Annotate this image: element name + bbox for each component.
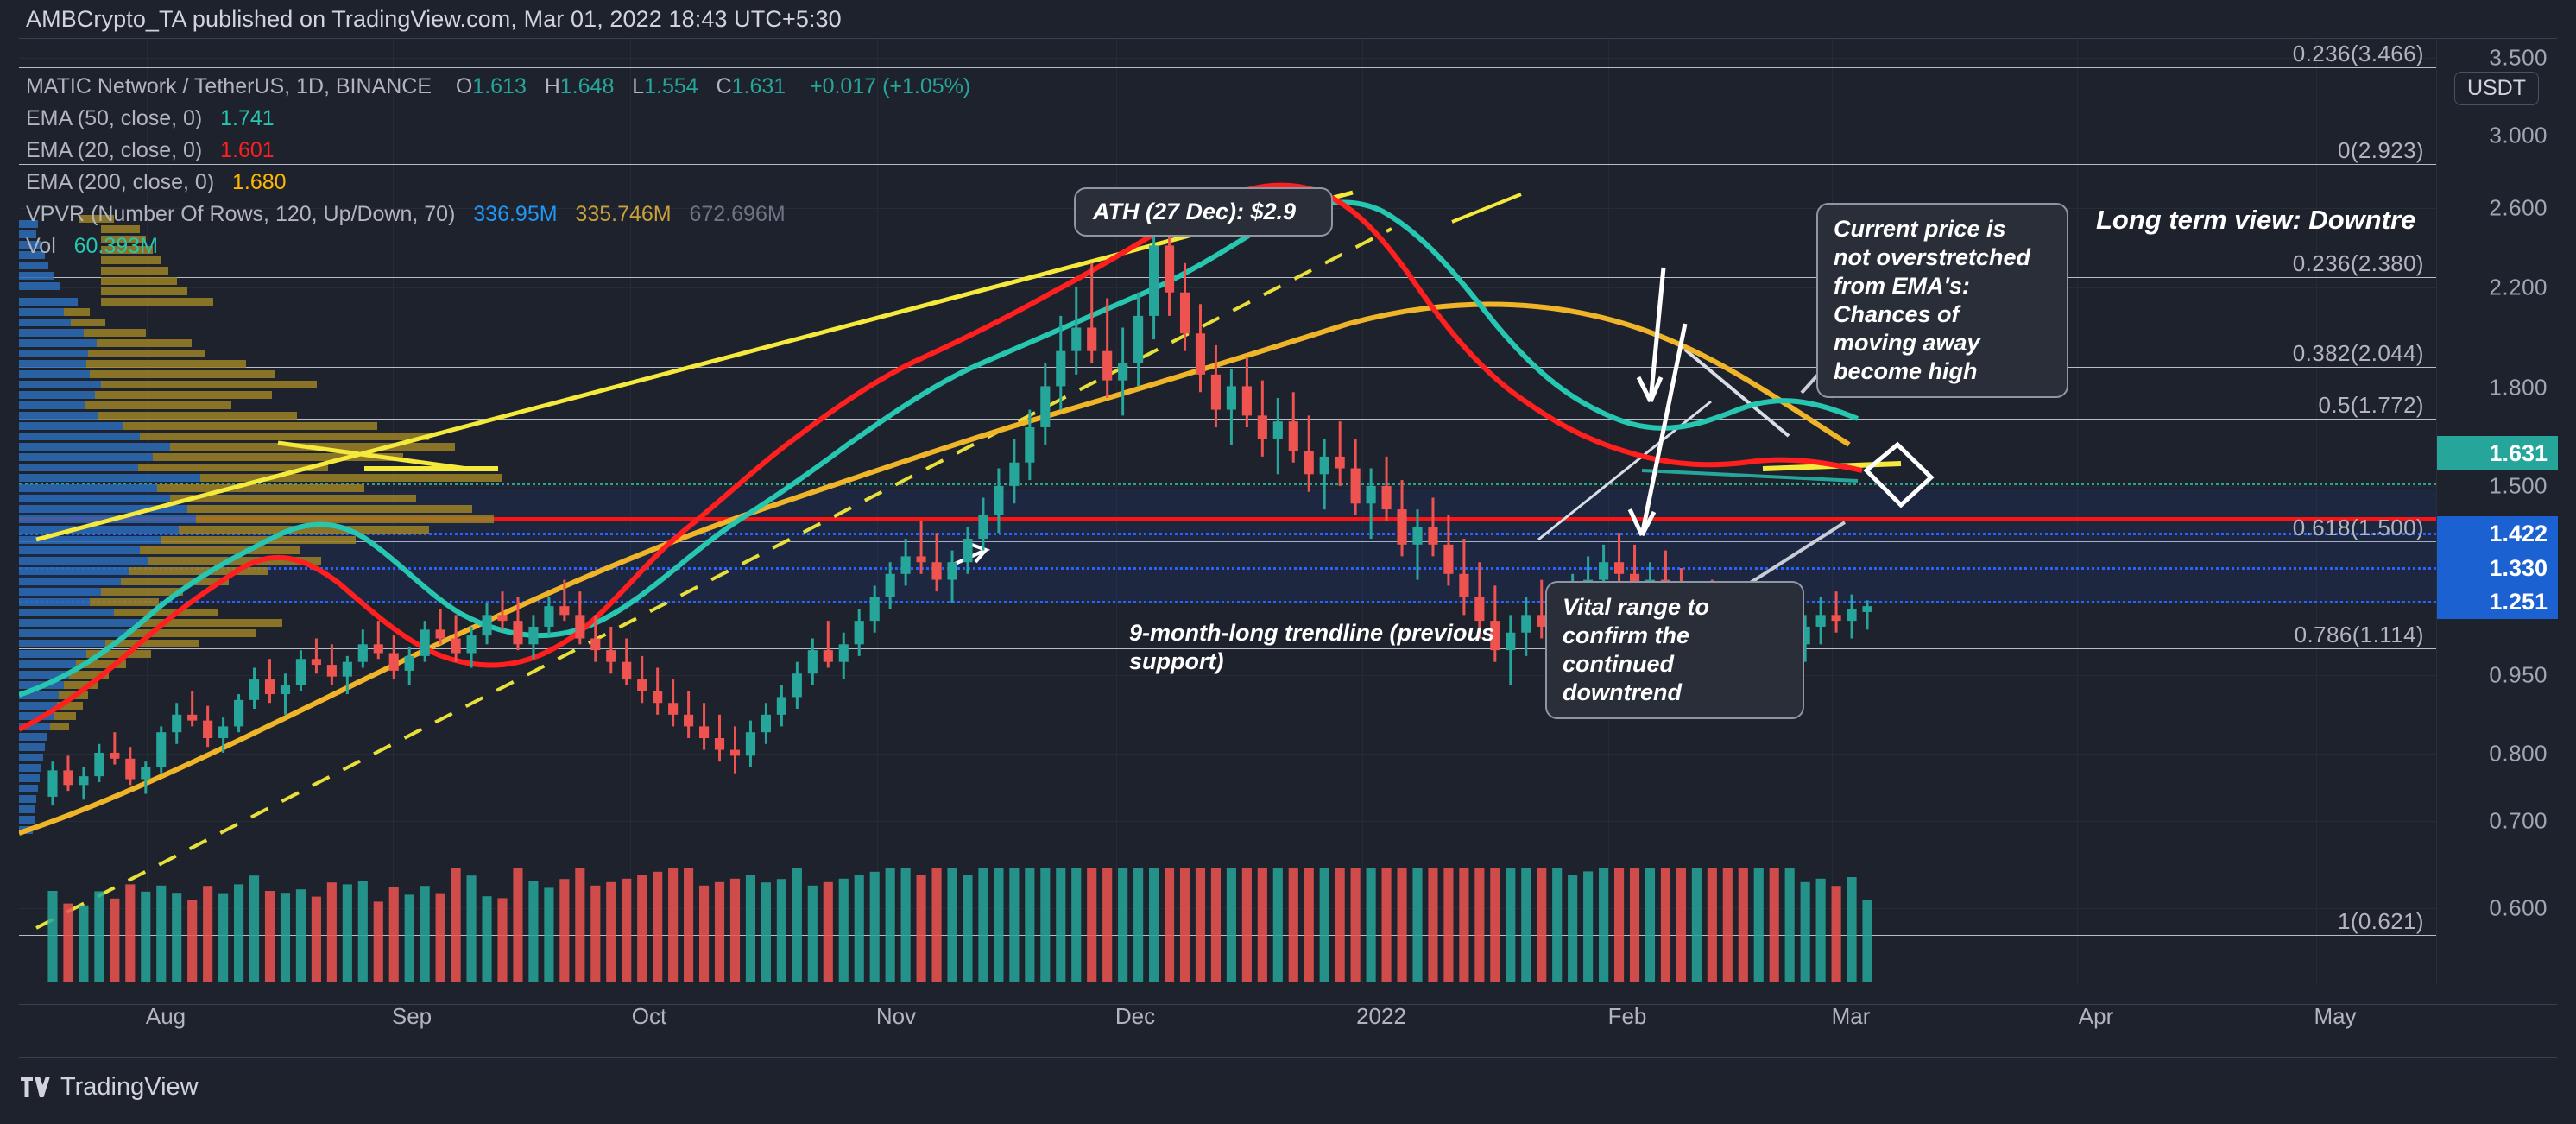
time-axis[interactable]: Aug Sep Oct Nov Dec 2022 Feb Mar Apr May bbox=[19, 984, 2557, 1058]
price-range-band bbox=[19, 489, 2436, 602]
price-tick: 0.800 bbox=[2489, 740, 2548, 767]
ohlc-change: +0.017 (+1.05%) bbox=[809, 74, 971, 98]
published-header: AMBCrypto_TA published on TradingView.co… bbox=[26, 6, 842, 32]
ohlc-c-value: 1.631 bbox=[731, 74, 786, 98]
fib-line bbox=[19, 935, 2436, 936]
ohlc-h-value: 1.648 bbox=[559, 74, 615, 98]
fib-line bbox=[19, 67, 2436, 68]
annotation-ema-note[interactable]: Current price is not overstretched from … bbox=[1816, 203, 2068, 398]
level-line-1330 bbox=[19, 567, 2436, 570]
fib-label: 0(2.923) bbox=[2337, 137, 2424, 163]
time-tick: Nov bbox=[875, 1003, 917, 1029]
price-tick: 0.700 bbox=[2489, 807, 2548, 834]
gridline-h bbox=[19, 486, 2436, 487]
chart-legend: MATIC Network / TetherUS, 1D, BINANCE O1… bbox=[26, 74, 970, 266]
ohlc-l-value: 1.554 bbox=[644, 74, 698, 98]
fib-label: 0.618(1.500) bbox=[2292, 515, 2424, 540]
volume-value: 60.393M bbox=[73, 234, 158, 258]
tradingview-logo-icon bbox=[21, 1076, 50, 1097]
teal-wedge-lower bbox=[1641, 469, 1859, 483]
volume-label: Vol bbox=[26, 234, 56, 258]
gridline-h bbox=[19, 287, 2436, 288]
level-line-1251 bbox=[19, 601, 2436, 603]
ema200-value: 1.680 bbox=[232, 170, 287, 194]
ohlc-o-label: O bbox=[455, 74, 473, 98]
level-line-1422 bbox=[19, 533, 2436, 535]
ohlc-c-label: C bbox=[716, 74, 732, 98]
ema20-label: EMA (20, close, 0) bbox=[26, 138, 203, 162]
price-tag-level-2[interactable]: 1.330 bbox=[2437, 551, 2558, 585]
ohlc-h-label: H bbox=[544, 74, 560, 98]
time-tick: Sep bbox=[391, 1003, 432, 1029]
level-line-1631 bbox=[19, 483, 2436, 485]
fib-label: 0.382(2.044) bbox=[2292, 340, 2424, 366]
time-tick: Dec bbox=[1114, 1003, 1156, 1029]
fib-label: 0.236(2.380) bbox=[2292, 250, 2424, 276]
time-tick: 2022 bbox=[1356, 1003, 1406, 1029]
legend-row-ema20[interactable]: EMA (20, close, 0) 1.601 bbox=[26, 138, 970, 162]
fib-line bbox=[19, 419, 2436, 420]
gridline-h bbox=[19, 58, 2436, 59]
price-tick: 0.950 bbox=[2489, 661, 2548, 688]
price-tick: 3.500 bbox=[2489, 44, 2548, 71]
time-tick: Oct bbox=[631, 1003, 667, 1029]
fib-label: 0.786(1.114) bbox=[2294, 622, 2424, 647]
price-tick: 1.800 bbox=[2489, 374, 2548, 401]
vpvr-label: VPVR (Number Of Rows, 120, Up/Down, 70) bbox=[26, 202, 456, 226]
time-tick: Apr bbox=[2078, 1003, 2114, 1029]
time-tick: Aug bbox=[145, 1003, 186, 1029]
price-tick: 1.500 bbox=[2489, 472, 2548, 499]
ohlc-o-value: 1.613 bbox=[472, 74, 527, 98]
ema20-value: 1.601 bbox=[220, 138, 275, 162]
time-tick: Mar bbox=[1831, 1003, 1871, 1029]
annotation-trendline: 9-month-long trendline (previous support… bbox=[1129, 620, 1494, 674]
fib-label: 1(0.621) bbox=[2337, 908, 2424, 934]
gridline-h bbox=[19, 754, 2436, 755]
price-tick: 3.000 bbox=[2489, 122, 2548, 148]
legend-row-symbol[interactable]: MATIC Network / TetherUS, 1D, BINANCE O1… bbox=[26, 74, 970, 98]
ohlc-l-label: L bbox=[632, 74, 645, 98]
tradingview-chart-screenshot: AMBCrypto_TA published on TradingView.co… bbox=[0, 0, 2576, 1124]
legend-symbol-title: MATIC Network / TetherUS, 1D, BINANCE bbox=[26, 74, 432, 98]
time-tick: May bbox=[2314, 1003, 2357, 1029]
currency-badge[interactable]: USDT bbox=[2453, 72, 2539, 105]
legend-row-vpvr[interactable]: VPVR (Number Of Rows, 120, Up/Down, 70) … bbox=[26, 202, 970, 226]
yellow-segment-left bbox=[277, 440, 469, 471]
fib-line bbox=[19, 367, 2436, 368]
legend-row-ema200[interactable]: EMA (200, close, 0) 1.680 bbox=[26, 170, 970, 194]
annotation-vital-range[interactable]: Vital range to confirm the continued dow… bbox=[1545, 581, 1804, 719]
ema50-value: 1.741 bbox=[220, 106, 275, 130]
annotation-long-term-view: Long term view: Downtre bbox=[2096, 205, 2416, 235]
ema200-label: EMA (200, close, 0) bbox=[26, 170, 215, 194]
price-tag-level-1[interactable]: 1.422 bbox=[2437, 516, 2558, 551]
fib-line bbox=[19, 277, 2436, 278]
volume-series bbox=[47, 868, 1872, 982]
vpvr-value-up: 336.95M bbox=[473, 202, 558, 226]
wedge-upper bbox=[1683, 348, 1790, 438]
vpvr-value-down: 335.746M bbox=[575, 202, 672, 226]
annotation-ath[interactable]: ATH (27 Dec): $2.9 bbox=[1074, 187, 1333, 237]
price-axis[interactable]: USDT 3.500 3.000 2.600 2.200 1.800 1.500… bbox=[2436, 39, 2558, 984]
gridline-h bbox=[19, 908, 2436, 909]
price-tick: 2.600 bbox=[2489, 194, 2548, 221]
tradingview-brand: TradingView bbox=[60, 1073, 199, 1101]
time-tick: Feb bbox=[1607, 1003, 1647, 1029]
legend-row-ema50[interactable]: EMA (50, close, 0) 1.741 bbox=[26, 106, 970, 130]
price-tag-level-3[interactable]: 1.251 bbox=[2437, 584, 2558, 619]
gridline-h bbox=[19, 821, 2436, 822]
fib-label: 0.5(1.772) bbox=[2318, 392, 2424, 418]
price-tick: 2.200 bbox=[2489, 274, 2548, 300]
vpvr-value-total: 672.696M bbox=[689, 202, 786, 226]
legend-row-volume[interactable]: Vol 60.393M bbox=[26, 234, 970, 258]
price-tag-last[interactable]: 1.631 bbox=[2437, 436, 2558, 470]
support-line-red bbox=[19, 517, 2436, 521]
footer: TradingView bbox=[21, 1073, 199, 1102]
price-tick: 0.600 bbox=[2489, 894, 2548, 921]
ema50-label: EMA (50, close, 0) bbox=[26, 106, 203, 130]
fib-label: 0.236(3.466) bbox=[2292, 41, 2424, 66]
